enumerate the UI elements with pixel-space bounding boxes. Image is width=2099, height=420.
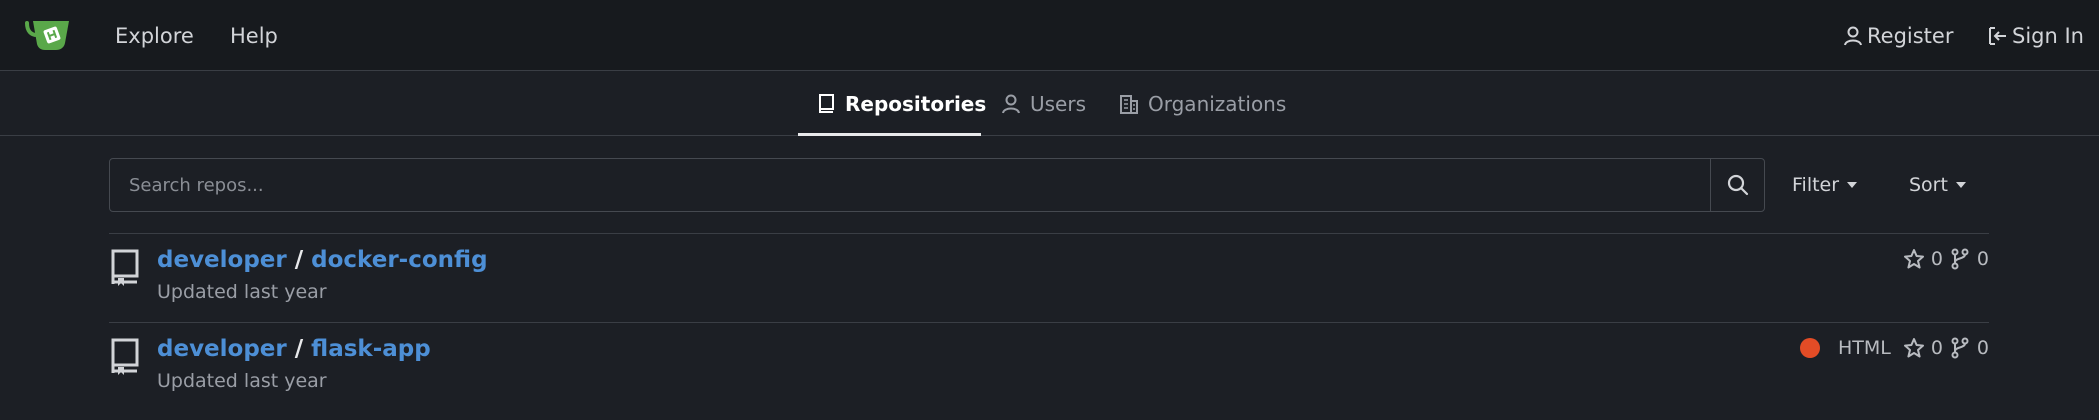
caret-down-icon: [1955, 182, 1966, 188]
filter-label: Filter: [1792, 174, 1840, 196]
person-icon: [1001, 93, 1021, 115]
tab-label: Organizations: [1148, 92, 1287, 116]
list-item: developer / docker-config Updated last y…: [109, 234, 1989, 322]
tab-users[interactable]: Users: [1001, 72, 1086, 136]
search-bar: [109, 158, 1765, 212]
repo-stats: HTML 0 0: [1799, 337, 1989, 359]
top-navbar: Explore Help Register Sign In: [0, 0, 2099, 71]
star-count: 0: [1930, 337, 1943, 359]
repo-forks[interactable]: 0: [1949, 337, 1989, 359]
repo-owner-link[interactable]: developer: [157, 247, 287, 273]
repo-stats: 0 0: [1903, 248, 1989, 270]
gitea-logo-icon[interactable]: [25, 17, 71, 53]
signin-link[interactable]: Sign In: [1988, 22, 2084, 50]
repo-title: developer / docker-config: [157, 247, 488, 273]
tab-label: Users: [1030, 92, 1087, 116]
tab-repositories[interactable]: Repositories: [816, 72, 986, 136]
repo-stars[interactable]: 0: [1903, 337, 1943, 359]
star-icon: [1903, 337, 1925, 359]
search-icon: [1727, 174, 1749, 196]
sort-label: Sort: [1909, 174, 1948, 196]
tab-label: Repositories: [845, 92, 987, 116]
fork-icon: [1949, 248, 1971, 270]
repo-language: HTML: [1837, 337, 1891, 359]
repo-icon: [816, 93, 836, 115]
repo-owner-link[interactable]: developer: [157, 336, 287, 362]
active-tab-indicator: [798, 133, 981, 136]
filter-dropdown[interactable]: Filter: [1792, 170, 1858, 200]
repo-updated: Updated last year: [157, 370, 327, 392]
repo-icon: [109, 248, 143, 288]
sign-in-icon: [1988, 25, 2008, 47]
list-item: developer / flask-app Updated last year …: [109, 323, 1989, 411]
sort-dropdown[interactable]: Sort: [1909, 170, 1966, 200]
repo-name-link[interactable]: flask-app: [311, 336, 431, 362]
person-icon: [1843, 25, 1863, 47]
language-color-dot: [1799, 338, 1820, 358]
register-link[interactable]: Register: [1843, 22, 1953, 50]
caret-down-icon: [1847, 182, 1858, 188]
organization-icon: [1119, 93, 1139, 115]
repo-updated: Updated last year: [157, 281, 327, 303]
explore-tabs: Repositories Users Organizations: [0, 72, 2099, 136]
star-icon: [1903, 248, 1925, 270]
repo-separator: /: [294, 336, 304, 362]
search-button[interactable]: [1710, 159, 1764, 211]
fork-count: 0: [1976, 248, 1989, 270]
tab-organizations[interactable]: Organizations: [1119, 72, 1286, 136]
star-count: 0: [1930, 248, 1943, 270]
repo-icon: [109, 337, 143, 377]
repo-stars[interactable]: 0: [1903, 248, 1943, 270]
explore-link[interactable]: Explore: [115, 22, 194, 50]
signin-label: Sign In: [2012, 24, 2084, 48]
repo-name-link[interactable]: docker-config: [311, 247, 487, 273]
repo-forks[interactable]: 0: [1949, 248, 1989, 270]
repo-title: developer / flask-app: [157, 336, 431, 362]
repo-separator: /: [294, 247, 304, 273]
search-input[interactable]: [111, 160, 1710, 210]
register-label: Register: [1867, 24, 1954, 48]
fork-icon: [1949, 337, 1971, 359]
help-link[interactable]: Help: [230, 22, 278, 50]
fork-count: 0: [1976, 337, 1989, 359]
